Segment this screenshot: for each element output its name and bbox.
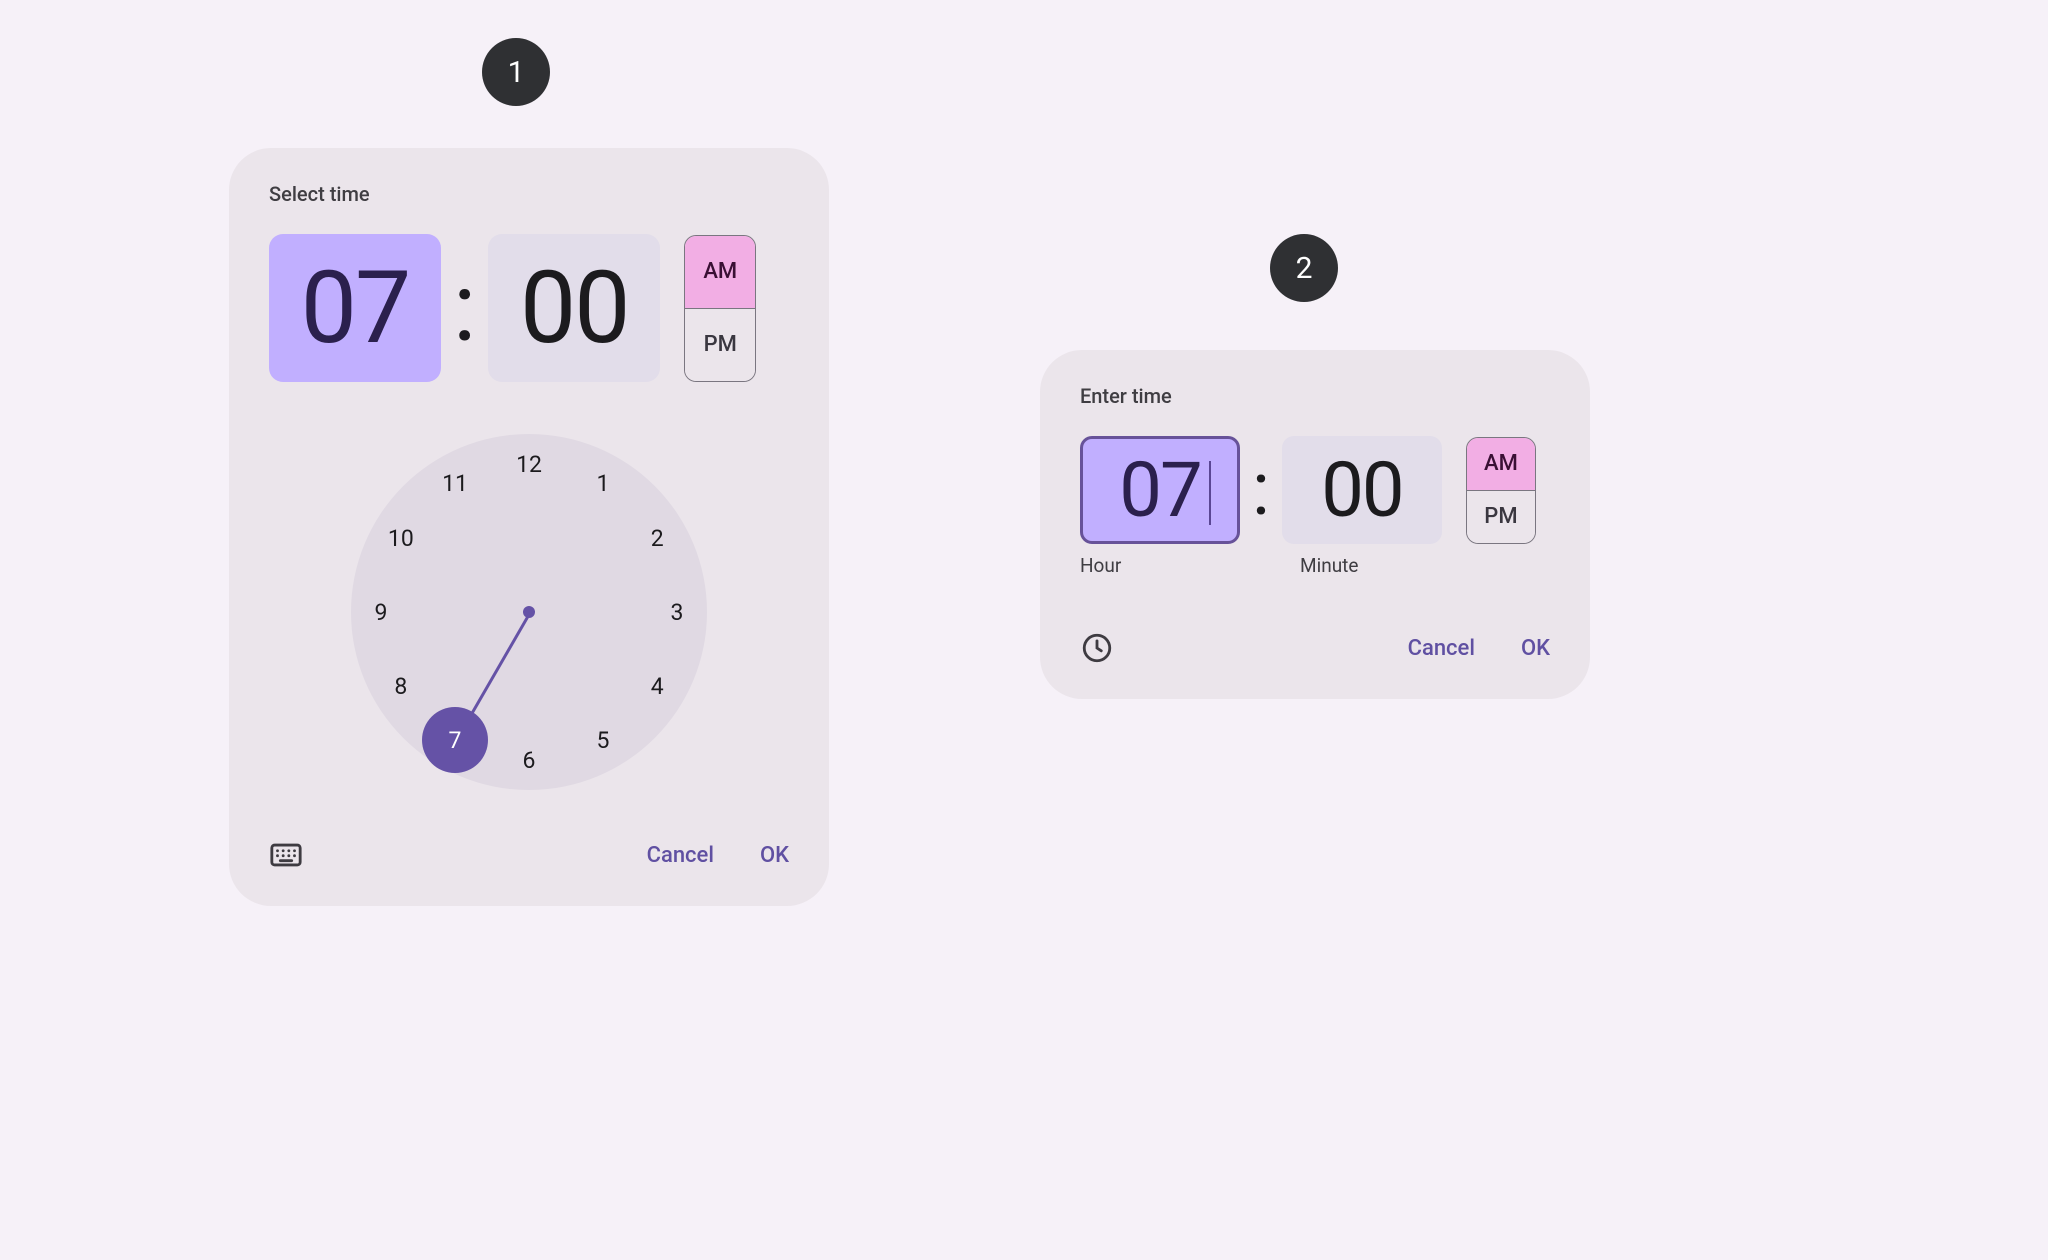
period-toggle: AM PM [1466,437,1536,544]
clock-number-6[interactable]: 6 [509,740,549,780]
cancel-button[interactable]: Cancel [647,843,714,868]
minute-helper-label: Minute [1300,554,1460,577]
clock-number-12[interactable]: 12 [509,444,549,484]
clock-face[interactable]: 7 12 12 3 456 8 9 10 11 [351,434,707,790]
cancel-button[interactable]: Cancel [1408,636,1475,661]
hour-input-value: 07 [1119,445,1200,535]
ok-button[interactable]: OK [760,843,789,868]
time-input-row: 07 : 00 AM PM [1080,436,1550,544]
dialog-title: Select time [269,182,789,206]
callout-badge-2: 2 [1270,234,1338,302]
time-display-row: 07 : 00 AM PM [269,234,789,382]
clock-number-2[interactable]: 2 [637,518,677,558]
period-toggle: AM PM [684,235,756,382]
hour-helper-label: Hour [1080,554,1244,577]
time-colon: : [1252,453,1270,527]
minute-selector[interactable]: 00 [488,234,660,382]
clock-number-11[interactable]: 11 [435,464,475,504]
clock-selection-knob[interactable]: 7 [422,707,488,773]
clock-icon[interactable] [1080,631,1114,665]
clock-number-5[interactable]: 5 [583,720,623,760]
clock-number-3[interactable]: 3 [657,592,697,632]
minute-input[interactable]: 00 [1282,436,1442,544]
clock-number-9[interactable]: 9 [361,592,401,632]
ok-button[interactable]: OK [1521,636,1550,661]
clock-number-1[interactable]: 1 [583,464,623,504]
callout-badge-1: 1 [482,38,550,106]
dialog-title: Enter time [1080,384,1550,408]
clock-number-10[interactable]: 10 [381,518,421,558]
am-option[interactable]: AM [685,236,755,308]
am-option[interactable]: AM [1467,438,1535,490]
keyboard-icon[interactable] [269,838,303,872]
time-picker-dial-dialog: Select time 07 : 00 AM PM 7 12 12 3 456 8 9 10… [229,148,829,906]
hour-input[interactable]: 07 [1080,436,1240,544]
helper-row: Hour Minute [1080,554,1550,577]
hour-selector[interactable]: 07 [269,234,441,382]
clock-number-4[interactable]: 4 [637,666,677,706]
pm-option[interactable]: PM [685,308,755,381]
time-colon: : [453,260,476,356]
pm-option[interactable]: PM [1467,490,1535,543]
text-caret [1209,461,1211,525]
clock-face-container: 7 12 12 3 456 8 9 10 11 [269,434,789,790]
time-picker-input-dialog: Enter time 07 : 00 AM PM Hour Minute [1040,350,1590,699]
clock-number-8[interactable]: 8 [381,666,421,706]
